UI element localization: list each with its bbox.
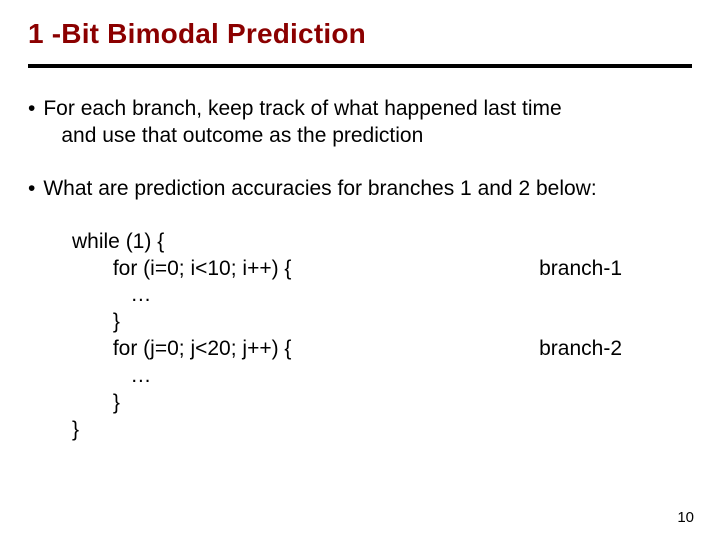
code-text: … [72, 282, 151, 309]
bullet-text: What are prediction accuracies for branc… [43, 176, 692, 203]
title-divider [28, 64, 692, 68]
code-line: } [72, 417, 692, 444]
bullet-line: What are prediction accuracies for branc… [43, 177, 596, 200]
bullet-list: • For each branch, keep track of what ha… [28, 96, 692, 203]
bullet-dot-icon: • [28, 96, 43, 150]
code-text: while (1) { [72, 229, 164, 256]
bullet-item: • For each branch, keep track of what ha… [28, 96, 692, 150]
code-line: } [72, 390, 692, 417]
bullet-line: For each branch, keep track of what happ… [43, 97, 561, 120]
code-line: while (1) { [72, 229, 692, 256]
code-line: for (j=0; j<20; j++) { branch-2 [72, 336, 692, 363]
code-line: } [72, 309, 692, 336]
code-text: for (j=0; j<20; j++) { [72, 336, 291, 363]
code-line: … [72, 363, 692, 390]
slide-title: 1 -Bit Bimodal Prediction [28, 18, 692, 50]
code-block: while (1) { for (i=0; i<10; i++) { branc… [72, 229, 692, 444]
code-text: … [72, 363, 151, 390]
code-text: } [72, 309, 120, 336]
slide: 1 -Bit Bimodal Prediction • For each bra… [0, 0, 720, 540]
bullet-dot-icon: • [28, 176, 43, 203]
page-number: 10 [677, 509, 694, 526]
bullet-line: and use that outcome as the prediction [43, 123, 692, 150]
code-text: } [72, 417, 79, 444]
code-line: for (i=0; i<10; i++) { branch-1 [72, 256, 692, 283]
code-text: } [72, 390, 120, 417]
bullet-text: For each branch, keep track of what happ… [43, 96, 692, 150]
code-line: … [72, 282, 692, 309]
code-annotation: branch-1 [539, 256, 692, 283]
code-annotation: branch-2 [539, 336, 692, 363]
code-text: for (i=0; i<10; i++) { [72, 256, 291, 283]
bullet-item: • What are prediction accuracies for bra… [28, 176, 692, 203]
